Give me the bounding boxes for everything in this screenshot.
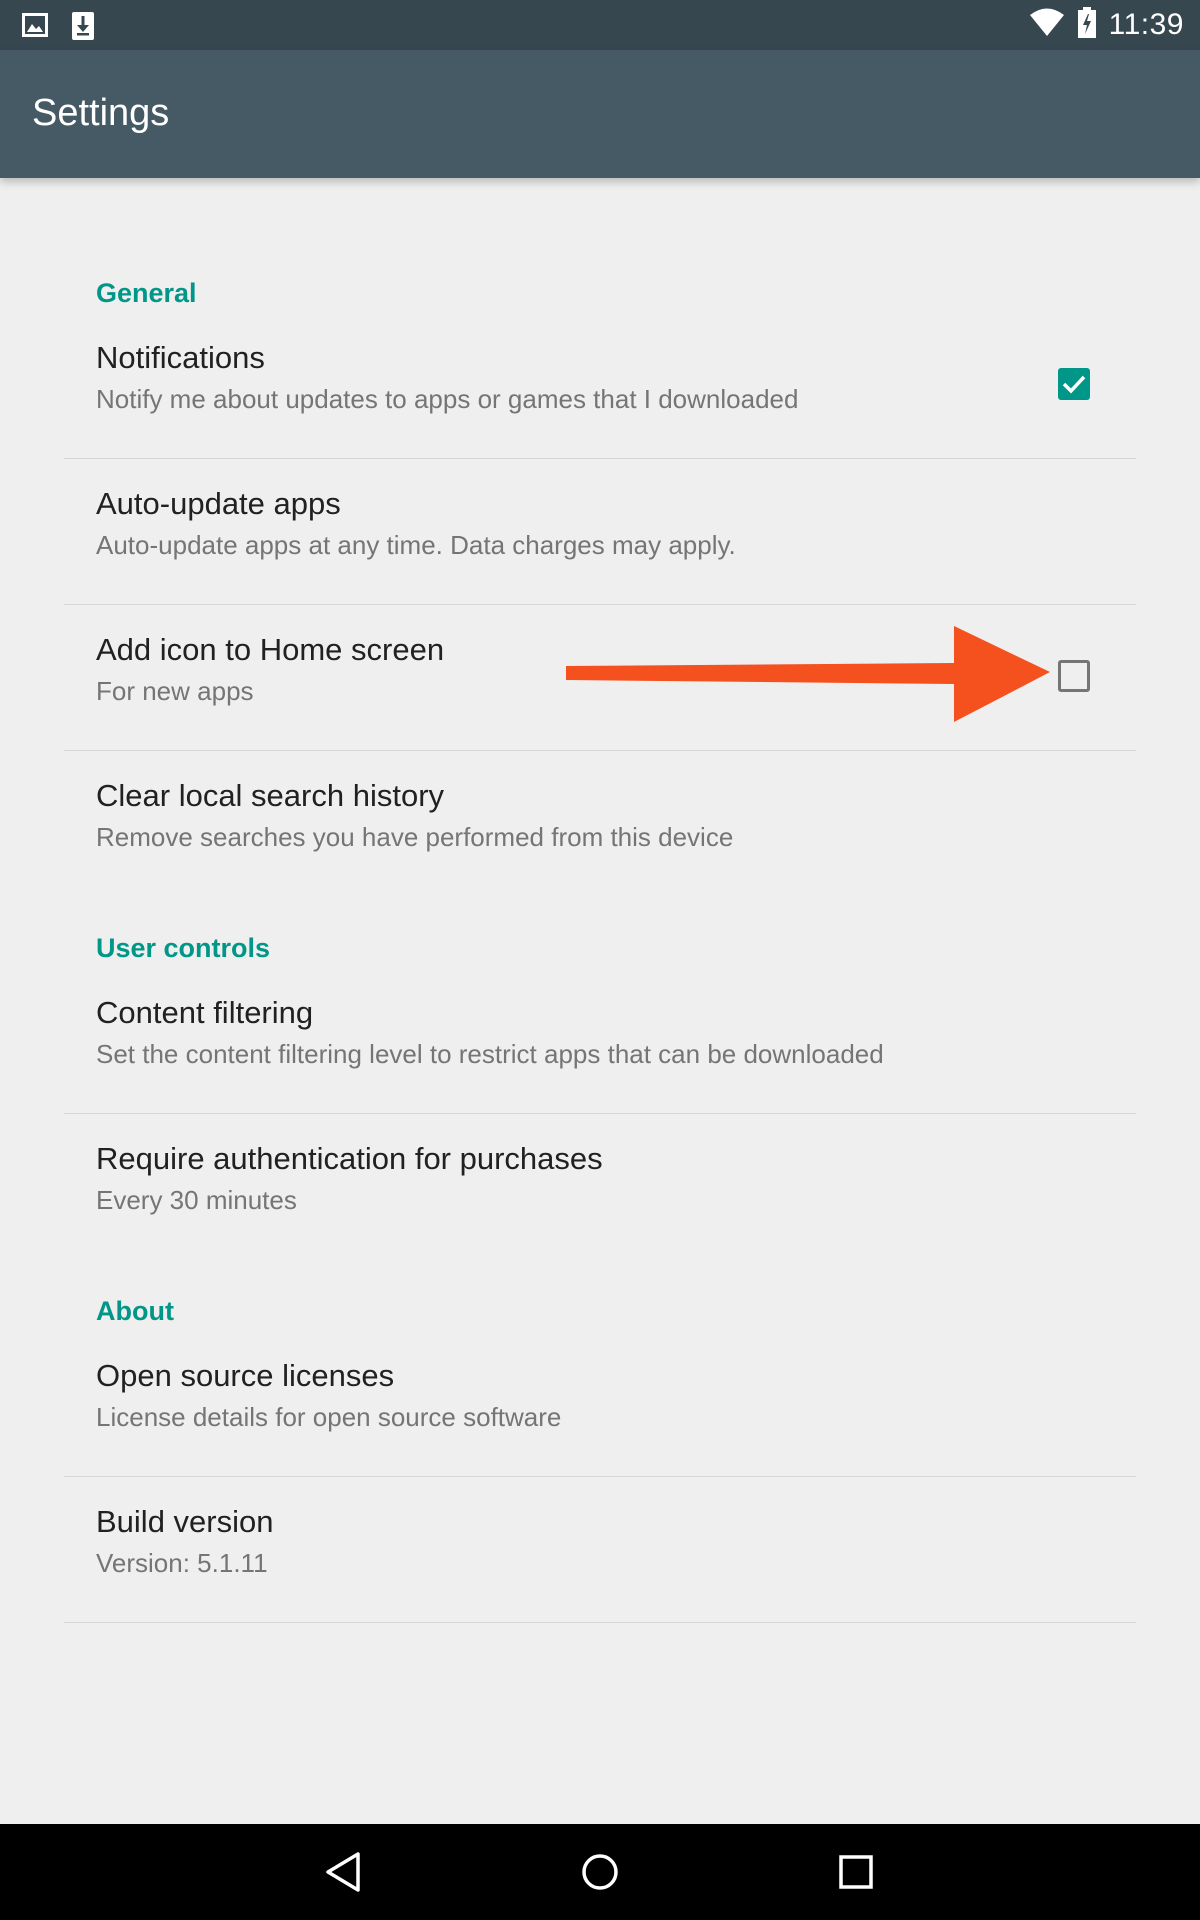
pref-title: Add icon to Home screen [96, 632, 445, 667]
pref-build-version[interactable]: Build version Version: 5.1.11 [64, 1476, 1136, 1623]
wifi-icon [1029, 8, 1065, 43]
add-icon-checkbox[interactable] [1058, 660, 1090, 692]
pref-summary: Every 30 minutes [96, 1185, 297, 1215]
annotation-arrow-icon [566, 626, 1050, 729]
pref-open-source-licenses[interactable]: Open source licenses License details for… [64, 1330, 1136, 1477]
check-icon [1062, 375, 1086, 394]
pref-clear-search-history[interactable]: Clear local search history Remove search… [64, 750, 1136, 896]
pref-require-authentication[interactable]: Require authentication for purchases Eve… [64, 1113, 1136, 1259]
section-header-general: General [96, 278, 197, 308]
home-icon[interactable] [574, 1846, 626, 1898]
pref-summary: Version: 5.1.11 [96, 1548, 268, 1578]
pref-title: Open source licenses [96, 1358, 395, 1393]
page-title: Settings [32, 92, 170, 134]
pref-title: Clear local search history [96, 778, 445, 813]
notifications-checkbox[interactable] [1058, 368, 1090, 400]
pref-title: Auto-update apps [96, 486, 341, 521]
pref-title: Require authentication for purchases [96, 1141, 603, 1176]
pref-summary: Remove searches you have performed from … [96, 822, 734, 852]
pref-auto-update-apps[interactable]: Auto-update apps Auto-update apps at any… [64, 458, 1136, 605]
download-notification-icon [70, 11, 96, 40]
section-header-user-controls: User controls [96, 933, 271, 963]
battery-icon [1077, 6, 1097, 44]
image-notification-icon [22, 11, 48, 39]
app-bar: Settings [0, 50, 1200, 178]
status-time: 11:39 [1108, 8, 1184, 41]
pref-summary: Set the content filtering level to restr… [96, 1039, 884, 1069]
pref-summary: For new apps [96, 676, 254, 706]
navigation-bar [0, 1824, 1200, 1920]
recents-icon[interactable] [830, 1846, 882, 1898]
section-header-about: About [96, 1296, 174, 1326]
pref-title: Content filtering [96, 995, 314, 1030]
settings-screen: 11:39 Settings General Notifications Not… [0, 0, 1200, 1920]
pref-summary: Auto-update apps at any time. Data charg… [96, 530, 736, 560]
pref-content-filtering[interactable]: Content filtering Set the content filter… [64, 967, 1136, 1114]
status-right-group: 11:39 [1029, 0, 1184, 50]
status-bar: 11:39 [0, 0, 1200, 50]
back-icon[interactable] [318, 1846, 370, 1898]
pref-title: Notifications [96, 340, 265, 375]
pref-title: Build version [96, 1504, 274, 1539]
pref-summary: License details for open source software [96, 1402, 562, 1432]
pref-summary: Notify me about updates to apps or games… [96, 384, 799, 414]
pref-notifications[interactable]: Notifications Notify me about updates to… [64, 312, 1136, 459]
